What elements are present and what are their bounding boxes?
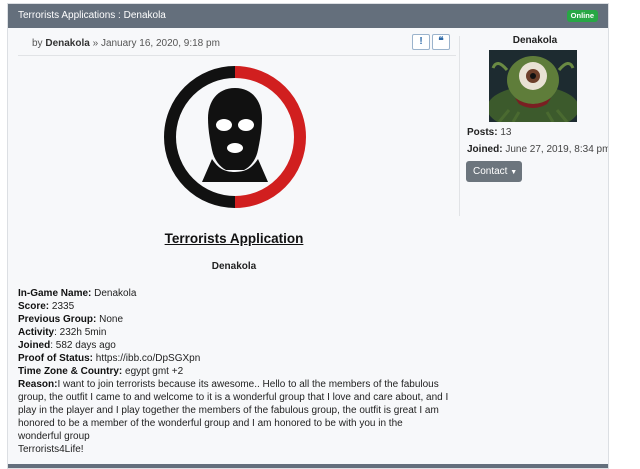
post-meta: by Denakola » January 16, 2020, 9:18 pm bbox=[32, 38, 220, 49]
monster-avatar-icon bbox=[489, 50, 577, 122]
field-value: None bbox=[96, 314, 124, 325]
report-button[interactable]: ! bbox=[412, 34, 430, 50]
profile-divider bbox=[459, 36, 460, 216]
reason-label: Reason: bbox=[18, 379, 58, 390]
field-value: : 582 days ago bbox=[50, 340, 116, 351]
application-details: In-Game Name: Denakola Score: 2335 Previ… bbox=[18, 287, 458, 456]
quote-button[interactable]: ❝ bbox=[432, 34, 450, 50]
post-date: January 16, 2020, 9:18 pm bbox=[100, 38, 220, 49]
field-row: In-Game Name: Denakola bbox=[18, 287, 458, 300]
field-row: Time Zone & Country: egypt gmt +2 bbox=[18, 365, 458, 378]
joined-value: June 27, 2019, 8:34 pm bbox=[502, 144, 609, 155]
reason-line: wonderful group bbox=[18, 431, 90, 442]
field-value: : 232h 5min bbox=[54, 327, 107, 338]
field-row: Proof of Status: https://ibb.co/DpSGXpn bbox=[18, 352, 458, 365]
posts-value: 13 bbox=[497, 127, 512, 138]
online-badge: Online bbox=[566, 10, 598, 22]
field-label: Time Zone & Country: bbox=[18, 366, 123, 377]
field-label: In-Game Name: bbox=[18, 288, 92, 299]
field-value: Denakola bbox=[91, 288, 137, 299]
posts-label: Posts: bbox=[467, 127, 498, 138]
reason-line: group, the outfit I came to and welcome … bbox=[18, 392, 449, 403]
contact-button[interactable]: Contact ▼ bbox=[466, 161, 522, 182]
reason-line: play in the player and I play together t… bbox=[18, 405, 439, 416]
profile-username[interactable]: Denakola bbox=[460, 35, 608, 46]
joined-date: Joined: June 27, 2019, 8:34 pm bbox=[467, 144, 609, 155]
reason-text: I want to join terrorists because its aw… bbox=[57, 379, 439, 390]
posts-count: Posts: 13 bbox=[467, 127, 511, 138]
post-separator: » bbox=[92, 38, 99, 49]
field-value: 2335 bbox=[49, 301, 75, 312]
field-label: Score: bbox=[18, 301, 50, 312]
topic-header: Terrorists Applications : Denakola Onlin… bbox=[8, 4, 608, 28]
applicant-name: Denakola bbox=[211, 261, 257, 272]
avatar[interactable] bbox=[489, 50, 577, 122]
signoff: Terrorists4Life! bbox=[18, 444, 84, 455]
field-row: Previous Group: None bbox=[18, 313, 458, 326]
next-post-header bbox=[8, 464, 608, 468]
topic-title[interactable]: Terrorists Applications : Denakola bbox=[18, 10, 166, 21]
post-author-link[interactable]: Denakola bbox=[45, 38, 89, 49]
reason-row: Reason:I want to join terrorists because… bbox=[18, 378, 458, 391]
field-row: Score: 2335 bbox=[18, 300, 458, 313]
terrorists-logo bbox=[164, 66, 306, 208]
field-label: Activity bbox=[18, 327, 55, 338]
exclamation-icon: ! bbox=[419, 36, 423, 47]
quote-icon: ❝ bbox=[438, 36, 444, 47]
field-row: Activity: 232h 5min bbox=[18, 326, 458, 339]
application-title: Terrorists Application bbox=[164, 231, 304, 246]
post-card: Terrorists Applications : Denakola Onlin… bbox=[7, 3, 609, 469]
post-by-label: by bbox=[32, 38, 43, 49]
field-label: Previous Group: bbox=[18, 314, 97, 325]
post-meta-divider bbox=[18, 55, 456, 56]
field-label: Proof of Status: bbox=[18, 353, 93, 364]
field-row: Joined: 582 days ago bbox=[18, 339, 458, 352]
field-label: Joined bbox=[18, 340, 51, 351]
reason-line: honored to be a member of the wonderful … bbox=[18, 418, 403, 429]
field-value: egypt gmt +2 bbox=[122, 366, 184, 377]
caret-down-icon: ▼ bbox=[510, 169, 518, 176]
contact-label: Contact bbox=[473, 166, 508, 177]
joined-label: Joined: bbox=[467, 144, 503, 155]
proof-link[interactable]: https://ibb.co/DpSGXpn bbox=[93, 353, 201, 364]
